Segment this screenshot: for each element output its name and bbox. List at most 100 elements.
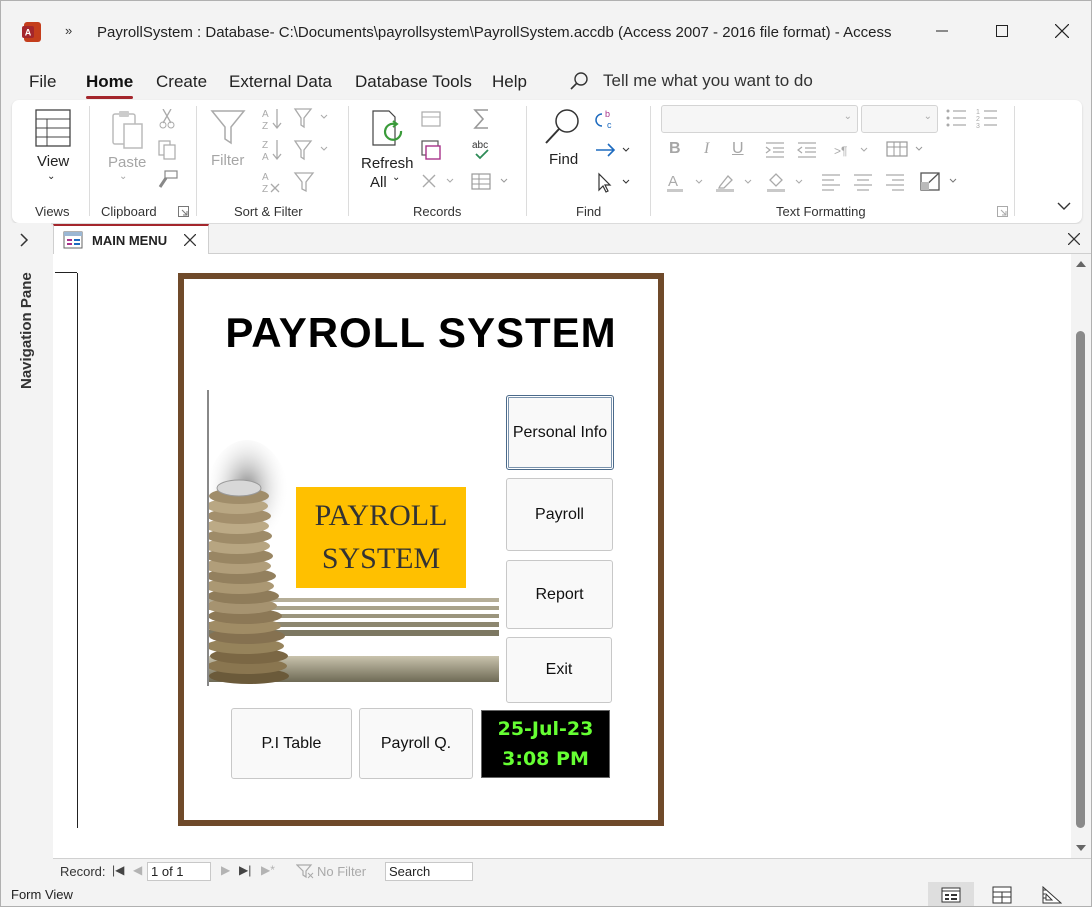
tab-help[interactable]: Help <box>492 72 527 92</box>
paragraph-direction-icon[interactable]: >¶ <box>832 140 872 160</box>
payroll-button[interactable]: Payroll <box>506 478 613 551</box>
underline-icon[interactable]: U <box>732 140 744 158</box>
paste-dropdown-chevron-icon[interactable]: ⌄ <box>119 171 127 182</box>
cut-icon[interactable] <box>158 109 176 129</box>
record-search-input[interactable]: Search <box>385 862 473 881</box>
find-button[interactable]: Find <box>549 151 578 168</box>
highlight-color-icon[interactable] <box>714 171 756 195</box>
refresh-all-label[interactable]: All <box>370 174 387 191</box>
scrollbar-thumb[interactable] <box>1076 331 1085 828</box>
tab-home[interactable]: Home <box>86 72 134 99</box>
status-bar: Form View <box>1 882 1091 906</box>
svg-text:A: A <box>262 172 269 183</box>
personal-info-button[interactable]: Personal Info <box>506 395 614 470</box>
clipboard-launcher-icon[interactable] <box>178 206 189 217</box>
delete-record-icon[interactable] <box>419 171 455 193</box>
bullets-icon[interactable] <box>945 107 967 129</box>
filter-button[interactable]: Filter <box>211 152 244 169</box>
refresh-dropdown-chevron-icon[interactable]: ⌄ <box>392 172 400 183</box>
increase-indent-icon[interactable] <box>764 140 786 160</box>
numbering-icon[interactable]: 123 <box>976 107 998 129</box>
minimize-button[interactable] <box>919 13 965 49</box>
close-window-button[interactable] <box>1039 13 1085 49</box>
new-record-icon[interactable] <box>419 108 443 130</box>
layout-view-icon <box>992 886 1012 904</box>
paste-button[interactable]: Paste <box>108 154 146 171</box>
navigation-pane-label[interactable]: Navigation Pane <box>18 272 35 389</box>
tell-me-search[interactable]: Tell me what you want to do <box>569 71 813 91</box>
text-formatting-launcher-icon[interactable] <box>997 206 1008 217</box>
close-document-icon[interactable] <box>1067 229 1081 250</box>
report-button[interactable]: Report <box>506 560 613 629</box>
selection-filter-icon[interactable] <box>293 107 329 129</box>
tab-external-data[interactable]: External Data <box>229 72 332 92</box>
italic-icon[interactable]: I <box>704 140 709 158</box>
payroll-query-button[interactable]: Payroll Q. <box>359 708 473 779</box>
view-dropdown-chevron-icon[interactable]: ⌄ <box>47 171 55 182</box>
new-blank-record-icon[interactable]: ▶* <box>261 863 275 877</box>
access-app-icon[interactable]: A <box>21 21 43 43</box>
quick-access-more-icon[interactable]: » <box>65 23 72 38</box>
decrease-indent-icon[interactable] <box>796 140 818 160</box>
fill-color-icon[interactable] <box>765 171 807 195</box>
advanced-filter-icon[interactable] <box>293 139 329 161</box>
refresh-button-label[interactable]: Refresh <box>361 155 414 172</box>
exit-button[interactable]: Exit <box>506 637 612 703</box>
status-text: Form View <box>11 887 73 902</box>
replace-icon[interactable]: bc <box>594 108 618 132</box>
font-size-select[interactable]: ⌄ <box>861 105 938 133</box>
align-center-icon[interactable] <box>852 172 874 192</box>
sort-descending-icon[interactable]: ZA <box>261 138 283 162</box>
align-left-icon[interactable] <box>820 172 842 192</box>
scroll-up-icon[interactable] <box>1075 260 1087 268</box>
alternate-row-color-icon[interactable] <box>919 171 961 193</box>
current-record-field[interactable]: 1 of 1 <box>147 862 211 881</box>
bold-icon[interactable]: B <box>669 140 681 158</box>
tab-create[interactable]: Create <box>156 72 207 92</box>
tab-database-tools[interactable]: Database Tools <box>355 72 472 92</box>
filter-status[interactable]: No Filter <box>296 863 366 879</box>
font-name-select[interactable]: ⌄ <box>661 105 858 133</box>
sort-ascending-icon[interactable]: AZ <box>261 107 283 131</box>
form-view-button[interactable] <box>928 882 974 906</box>
remove-sort-icon[interactable]: AZ <box>261 170 283 194</box>
scroll-down-icon[interactable] <box>1075 844 1087 852</box>
pi-table-button[interactable]: P.I Table <box>231 708 352 779</box>
nav-pane-expand-chevron-icon[interactable] <box>19 233 29 252</box>
group-label-clipboard: Clipboard <box>101 204 157 219</box>
layout-view-button[interactable] <box>979 882 1025 906</box>
more-records-icon[interactable] <box>470 171 510 193</box>
tab-main-menu[interactable]: MAIN MENU <box>53 224 209 254</box>
close-icon <box>1055 24 1069 38</box>
totals-icon[interactable] <box>470 107 494 131</box>
previous-record-icon[interactable]: ◀ <box>133 863 142 877</box>
select-icon[interactable] <box>594 172 634 194</box>
goto-icon[interactable] <box>594 140 634 160</box>
record-selector-border <box>55 272 77 273</box>
last-record-icon[interactable]: ▶| <box>239 863 251 877</box>
first-record-icon[interactable]: |◀ <box>112 863 124 877</box>
group-label-text-formatting: Text Formatting <box>776 204 866 219</box>
copy-icon[interactable] <box>158 140 176 160</box>
close-tab-icon[interactable] <box>183 230 197 251</box>
spelling-icon[interactable]: abc <box>470 138 496 162</box>
payroll-image: PAYROLL SYSTEM <box>203 390 502 686</box>
font-color-icon[interactable]: A <box>665 171 707 195</box>
window-title: PayrollSystem : Database- C:\Documents\p… <box>97 24 892 41</box>
collapse-ribbon-chevron-icon[interactable] <box>1056 198 1072 214</box>
maximize-button[interactable] <box>979 13 1025 49</box>
ribbon-separator <box>526 106 527 216</box>
view-button[interactable]: View <box>37 153 69 170</box>
tell-me-text: Tell me what you want to do <box>603 71 813 90</box>
align-right-icon[interactable] <box>884 172 906 192</box>
svg-text:>¶: >¶ <box>834 144 847 158</box>
next-record-icon[interactable]: ▶ <box>221 863 230 877</box>
format-painter-icon[interactable] <box>158 170 178 190</box>
save-record-icon[interactable] <box>419 139 443 161</box>
group-label-find: Find <box>576 204 602 219</box>
gridlines-icon[interactable] <box>885 139 927 161</box>
ribbon-separator <box>1014 106 1015 216</box>
toggle-filter-icon[interactable] <box>293 171 315 193</box>
tab-file[interactable]: File <box>29 72 56 92</box>
design-view-button[interactable] <box>1029 882 1075 906</box>
